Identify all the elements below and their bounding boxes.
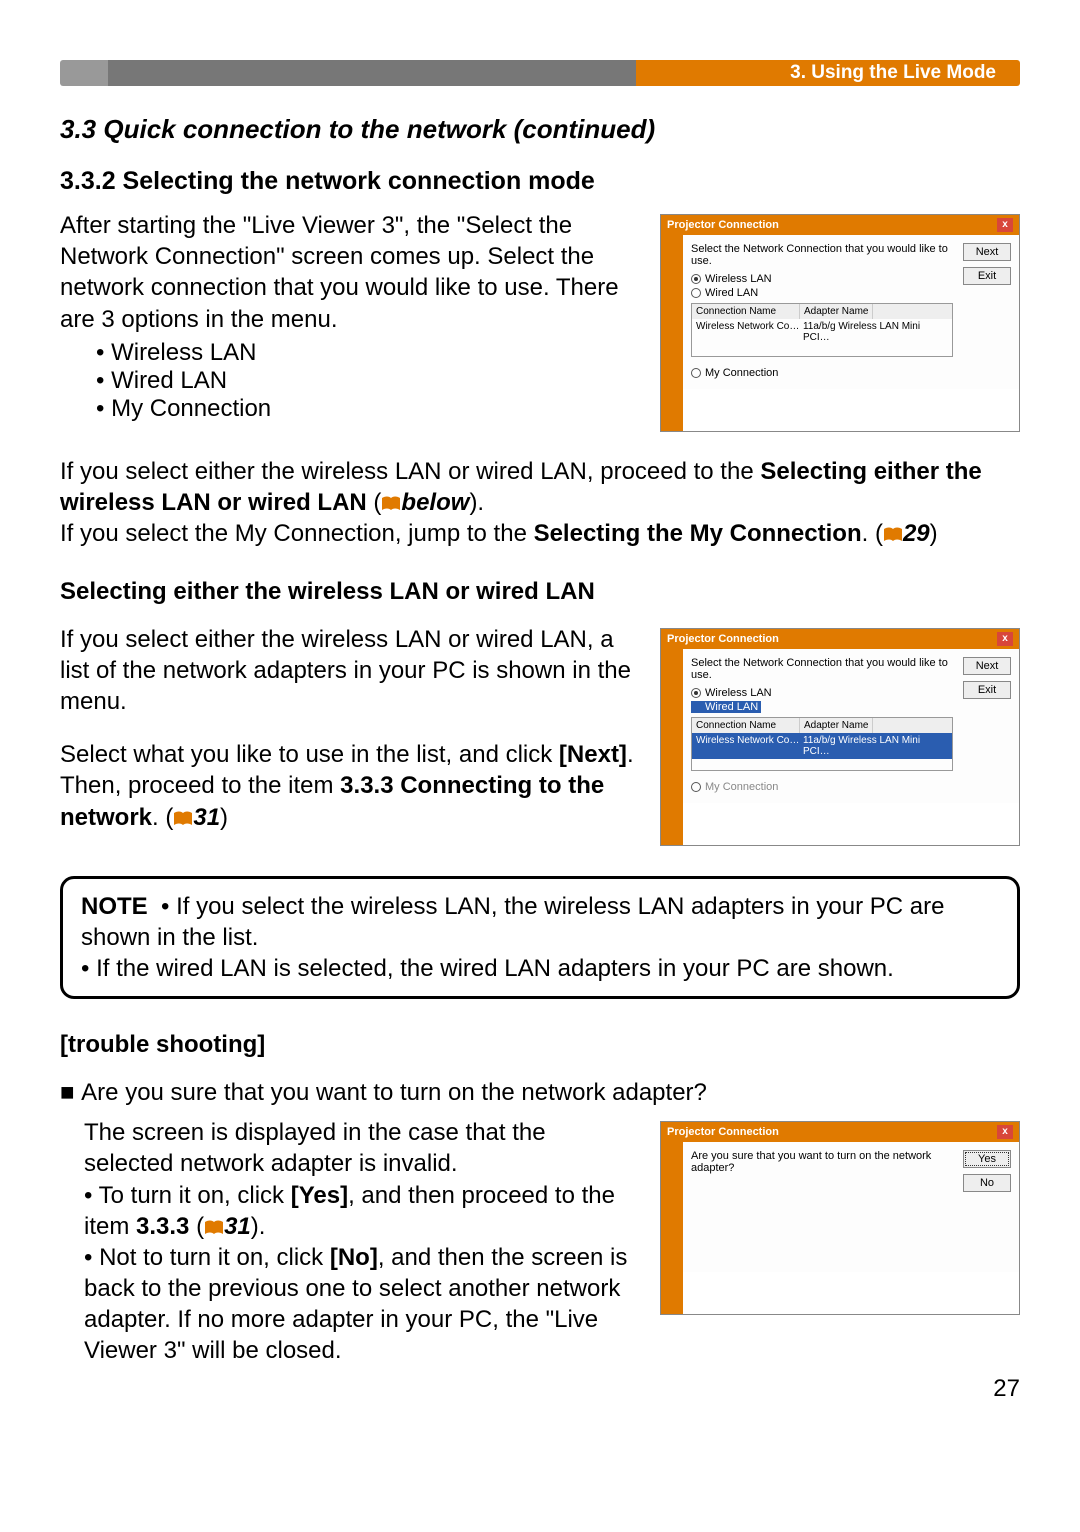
radio-wireless[interactable]: Wireless LAN bbox=[691, 687, 953, 699]
ts-question: ■ Are you sure that you want to turn on … bbox=[60, 1079, 1020, 1107]
close-icon[interactable]: x bbox=[997, 632, 1013, 646]
sub2-heading: Selecting either the wireless LAN or wir… bbox=[60, 578, 1020, 606]
no-button[interactable]: No bbox=[963, 1174, 1011, 1192]
exit-button[interactable]: Exit bbox=[963, 681, 1011, 699]
adapter-list[interactable]: Connection Name Adapter Name Wireless Ne… bbox=[691, 303, 953, 357]
crossref-2: If you select the My Connection, jump to… bbox=[60, 518, 1020, 549]
ts-paragraph: The screen is displayed in the case that… bbox=[84, 1117, 636, 1179]
radio-wireless[interactable]: Wireless LAN bbox=[691, 273, 953, 285]
book-icon bbox=[173, 804, 193, 820]
table-row[interactable]: Wireless Network Co… 11a/b/g Wireless LA… bbox=[692, 733, 952, 759]
col-adapter-name: Adapter Name bbox=[800, 304, 873, 319]
dialog-select-connection-2: Projector Connection x Select the Networ… bbox=[660, 628, 1020, 846]
book-icon bbox=[381, 489, 401, 505]
dialog-title: Projector Connection bbox=[667, 219, 779, 231]
close-icon[interactable]: x bbox=[997, 218, 1013, 232]
breadcrumb: 3. Using the Live Mode bbox=[60, 60, 1020, 86]
note-2: If the wired LAN is selected, the wired … bbox=[96, 955, 894, 982]
dialog-message: Select the Network Connection that you w… bbox=[691, 243, 953, 267]
yes-button[interactable]: Yes bbox=[963, 1150, 1011, 1168]
book-icon bbox=[204, 1213, 224, 1229]
option-wired: Wired LAN bbox=[96, 367, 636, 395]
next-button[interactable]: Next bbox=[963, 243, 1011, 261]
section-heading: 3.3 Quick connection to the network (con… bbox=[60, 114, 1020, 145]
breadcrumb-text: 3. Using the Live Mode bbox=[790, 62, 996, 84]
dialog-turn-on-adapter: Projector Connection x Are you sure that… bbox=[660, 1121, 1020, 1315]
page-number: 27 bbox=[60, 1375, 1020, 1403]
option-wireless: Wireless LAN bbox=[96, 339, 636, 367]
radio-wired[interactable]: Wired LAN bbox=[691, 701, 761, 713]
col-connection-name: Connection Name bbox=[692, 304, 800, 319]
note-label: NOTE bbox=[81, 893, 148, 920]
table-row[interactable]: Wireless Network Co… 11a/b/g Wireless LA… bbox=[692, 319, 952, 345]
dialog-select-connection-1: Projector Connection x Select the Networ… bbox=[660, 214, 1020, 432]
radio-wired[interactable]: Wired LAN bbox=[691, 287, 953, 299]
radio-myconnection[interactable]: My Connection bbox=[691, 367, 953, 379]
crossref-1: If you select either the wireless LAN or… bbox=[60, 456, 1020, 518]
dialog-message: Select the Network Connection that you w… bbox=[691, 657, 953, 681]
paragraph-3: Select what you like to use in the list,… bbox=[60, 739, 636, 770]
close-icon[interactable]: x bbox=[997, 1125, 1013, 1139]
book-icon bbox=[883, 520, 903, 536]
dialog-title: Projector Connection bbox=[667, 1126, 779, 1138]
paragraph-4: Then, proceed to the item 3.3.3 Connecti… bbox=[60, 770, 636, 832]
options-list: Wireless LAN Wired LAN My Connection bbox=[96, 339, 636, 423]
adapter-list[interactable]: Connection Name Adapter Name Wireless Ne… bbox=[691, 717, 953, 771]
dialog-message: Are you sure that you want to turn on th… bbox=[691, 1150, 953, 1174]
paragraph-1: After starting the "Live Viewer 3", the … bbox=[60, 210, 636, 335]
col-adapter-name: Adapter Name bbox=[800, 718, 873, 733]
col-connection-name: Connection Name bbox=[692, 718, 800, 733]
option-myconnection: My Connection bbox=[96, 395, 636, 423]
troubleshooting-heading: [trouble shooting] bbox=[60, 1031, 1020, 1059]
subsection-heading: 3.3.2 Selecting the network connection m… bbox=[60, 167, 1020, 196]
dialog-title: Projector Connection bbox=[667, 633, 779, 645]
ts-bullets: • To turn it on, click [Yes], and then p… bbox=[84, 1180, 636, 1367]
radio-myconnection[interactable]: My Connection bbox=[691, 781, 953, 793]
paragraph-2: If you select either the wireless LAN or… bbox=[60, 624, 636, 718]
exit-button[interactable]: Exit bbox=[963, 267, 1011, 285]
note-box: NOTE • If you select the wireless LAN, t… bbox=[60, 876, 1020, 1000]
next-button[interactable]: Next bbox=[963, 657, 1011, 675]
note-1: If you select the wireless LAN, the wire… bbox=[81, 893, 944, 951]
